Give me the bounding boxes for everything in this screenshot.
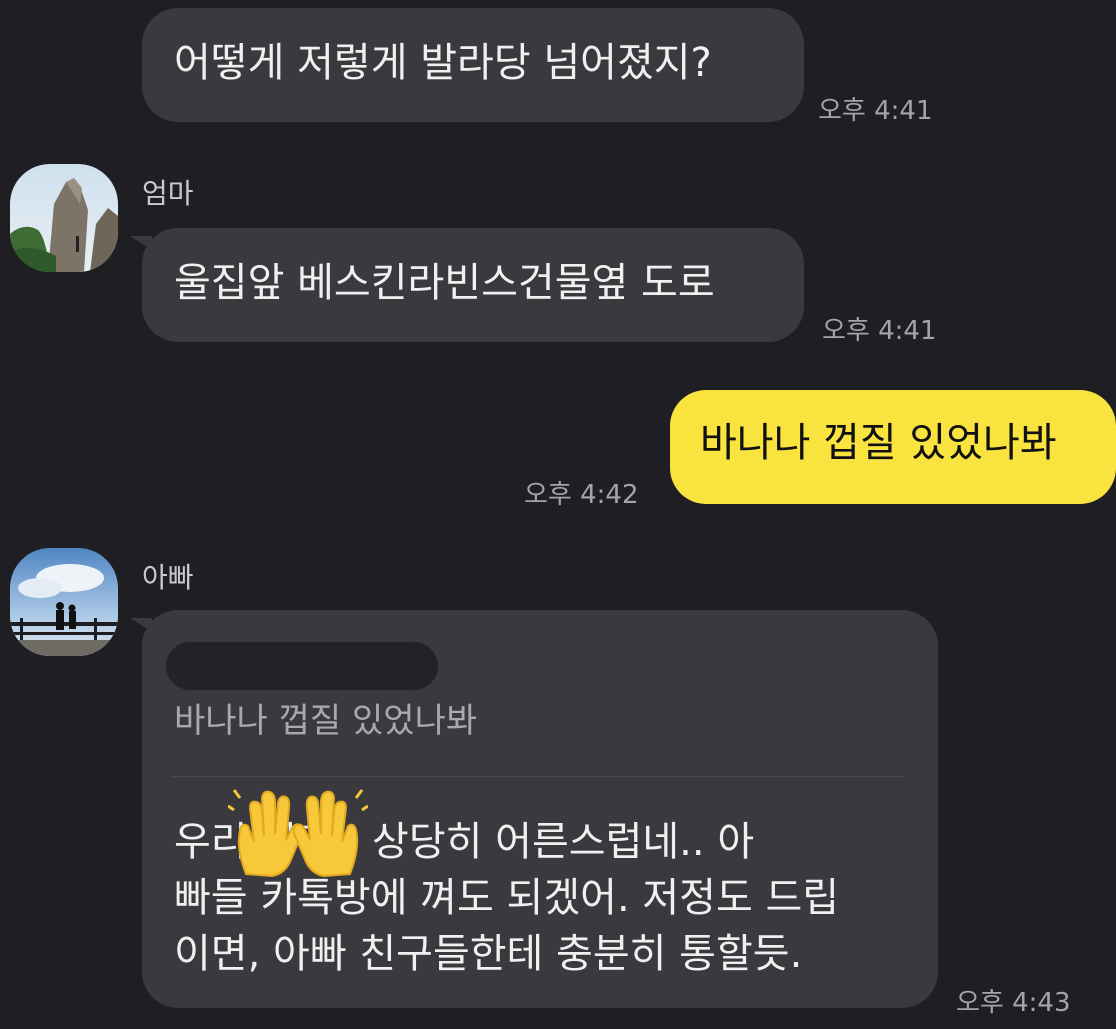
avatar[interactable] — [10, 164, 118, 272]
bubble-tail — [130, 618, 152, 632]
raised-hands-emoji — [228, 789, 368, 878]
message-time: 오후 4:42 — [524, 480, 639, 510]
message-time: 오후 4:43 — [956, 988, 1071, 1018]
avatar[interactable] — [10, 548, 118, 656]
message-bubble-outgoing[interactable]: 바나나 껍질 있었나봐 — [670, 390, 1116, 504]
sender-name: 아빠 — [142, 561, 194, 594]
sky-lookout-photo-icon — [10, 548, 118, 656]
message-time: 오후 4:41 — [818, 96, 933, 126]
sender-name: 엄마 — [142, 177, 194, 210]
mountain-rock-photo-icon — [10, 164, 118, 272]
bubble-tail — [130, 236, 152, 250]
message-bubble[interactable]: 어떻게 저렇게 발라당 넘어졌지? — [142, 8, 804, 122]
message-line: 이면, 아빠 친구들한테 충분히 통할듯. — [174, 931, 803, 977]
reply-author-redacted — [166, 642, 438, 690]
message-text: 바나나 껍질 있었나봐 — [700, 420, 1057, 466]
reply-divider — [172, 776, 904, 777]
message-line: 빠들 카톡방에 껴도 되겠어. 저정도 드립 — [174, 875, 840, 921]
reply-quoted-text[interactable]: 바나나 껍질 있었나봐 — [174, 696, 477, 746]
message-text: 어떻게 저렇게 발라당 넘어졌지? — [174, 40, 712, 86]
message-text: 울집앞 베스킨라빈스건물옆 도로 — [174, 260, 715, 306]
message-time: 오후 4:41 — [822, 316, 937, 346]
reply-message-bubble[interactable]: 바나나 껍질 있었나봐 우리 이가.. 상당히 어른스럽네.. 아 빠들 카톡방… — [130, 610, 938, 1008]
message-bubble[interactable]: 울집앞 베스킨라빈스건물옆 도로 — [130, 228, 804, 342]
